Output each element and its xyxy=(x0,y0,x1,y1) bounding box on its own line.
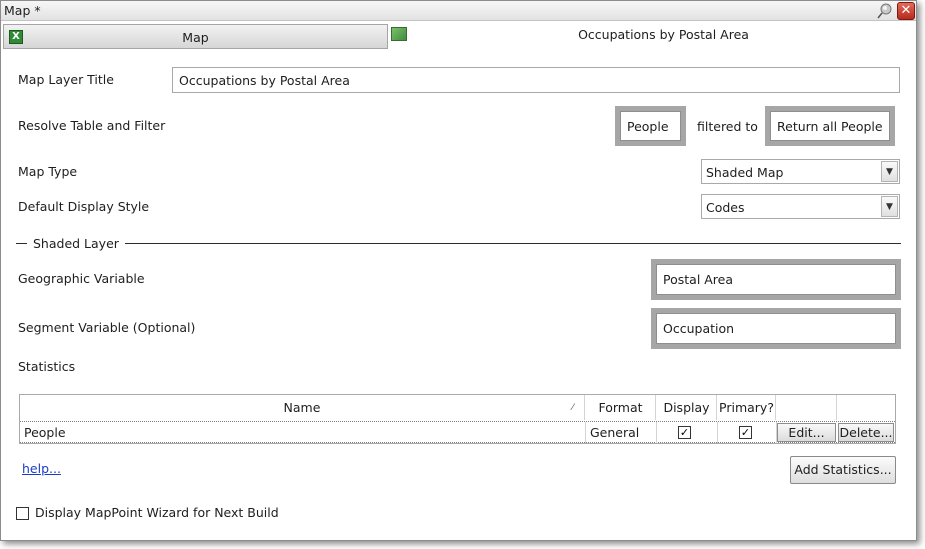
tab-layer[interactable]: Occupations by Postal Area xyxy=(389,22,916,50)
resolve-filter-field[interactable]: Return all People xyxy=(765,106,895,146)
sort-icon: ⁄ xyxy=(572,403,574,413)
column-header-format[interactable]: Format xyxy=(586,395,656,420)
pin-icon[interactable] xyxy=(876,3,893,19)
display-style-select[interactable]: Codes ▼ xyxy=(701,194,900,219)
segment-variable-label: Segment Variable (Optional) xyxy=(18,320,196,335)
shaded-layer-title: Shaded Layer xyxy=(27,236,125,251)
segment-variable-value: Occupation xyxy=(663,321,735,336)
filtered-to-label: filtered to xyxy=(697,119,758,134)
geographic-variable-field[interactable]: Postal Area xyxy=(651,259,901,300)
segment-variable-field[interactable]: Occupation xyxy=(651,308,901,349)
cell-name: People xyxy=(20,422,586,443)
map-layer-title-input[interactable]: Occupations by Postal Area xyxy=(172,67,900,93)
tab-layer-label: Occupations by Postal Area xyxy=(578,27,749,42)
cell-display: ✓ xyxy=(657,422,718,443)
map-type-select[interactable]: Shaded Map ▼ xyxy=(701,159,900,184)
resolve-table-label: Resolve Table and Filter xyxy=(18,118,166,133)
primary-checkbox[interactable]: ✓ xyxy=(739,426,752,439)
map-type-value: Shaded Map xyxy=(706,165,784,180)
add-statistics-button[interactable]: Add Statistics... xyxy=(790,456,896,484)
cell-format: General xyxy=(586,422,657,443)
section-divider xyxy=(16,243,901,244)
chevron-down-icon[interactable]: ▼ xyxy=(881,196,898,217)
column-header-delete xyxy=(838,395,895,420)
column-header-primary[interactable]: Primary? xyxy=(718,395,776,420)
table-row[interactable]: People General ✓ ✓ Edit... Delete... xyxy=(20,421,895,443)
statistics-grid: Name ⁄ Format Display Primary? People Ge… xyxy=(19,394,896,444)
wizard-checkbox[interactable] xyxy=(16,507,29,520)
window-title: Map * xyxy=(4,3,41,18)
tab-strip: X Map Occupations by Postal Area xyxy=(1,22,916,50)
resolve-filter-value: Return all People xyxy=(777,118,883,134)
display-style-label: Default Display Style xyxy=(18,199,150,214)
help-link[interactable]: help... xyxy=(22,461,61,476)
statistics-label: Statistics xyxy=(18,359,76,374)
map-layer-title-label: Map Layer Title xyxy=(18,72,114,87)
column-header-primary-label: Primary? xyxy=(719,400,774,415)
map-window: Map * ✕ X Map Occupations by Postal Area… xyxy=(0,0,917,541)
title-bar: Map * ✕ xyxy=(1,1,916,21)
column-header-name-label: Name xyxy=(283,400,321,415)
geographic-variable-label: Geographic Variable xyxy=(18,271,145,286)
map-type-label: Map Type xyxy=(18,164,78,179)
resolve-table-value: People xyxy=(627,118,669,134)
display-checkbox[interactable]: ✓ xyxy=(678,426,691,439)
column-header-display[interactable]: Display xyxy=(657,395,717,420)
edit-button[interactable]: Edit... xyxy=(777,423,836,442)
resolve-table-field[interactable]: People xyxy=(615,106,686,146)
column-header-display-label: Display xyxy=(663,400,710,415)
display-style-value: Codes xyxy=(706,200,745,215)
chevron-down-icon[interactable]: ▼ xyxy=(881,161,898,182)
column-header-name[interactable]: Name xyxy=(20,395,585,420)
close-button[interactable]: ✕ xyxy=(897,2,915,20)
tab-map-label: Map xyxy=(182,30,209,45)
cell-primary: ✓ xyxy=(718,422,777,443)
tab-map[interactable]: X Map xyxy=(3,24,388,49)
wizard-checkbox-label: Display MapPoint Wizard for Next Build xyxy=(35,505,279,520)
map-layer-title-value: Occupations by Postal Area xyxy=(179,72,350,88)
column-header-format-label: Format xyxy=(598,400,643,415)
column-header-edit xyxy=(777,395,837,420)
geographic-variable-value: Postal Area xyxy=(663,272,734,287)
map-layer-icon xyxy=(391,27,407,41)
delete-button[interactable]: Delete... xyxy=(838,423,894,442)
